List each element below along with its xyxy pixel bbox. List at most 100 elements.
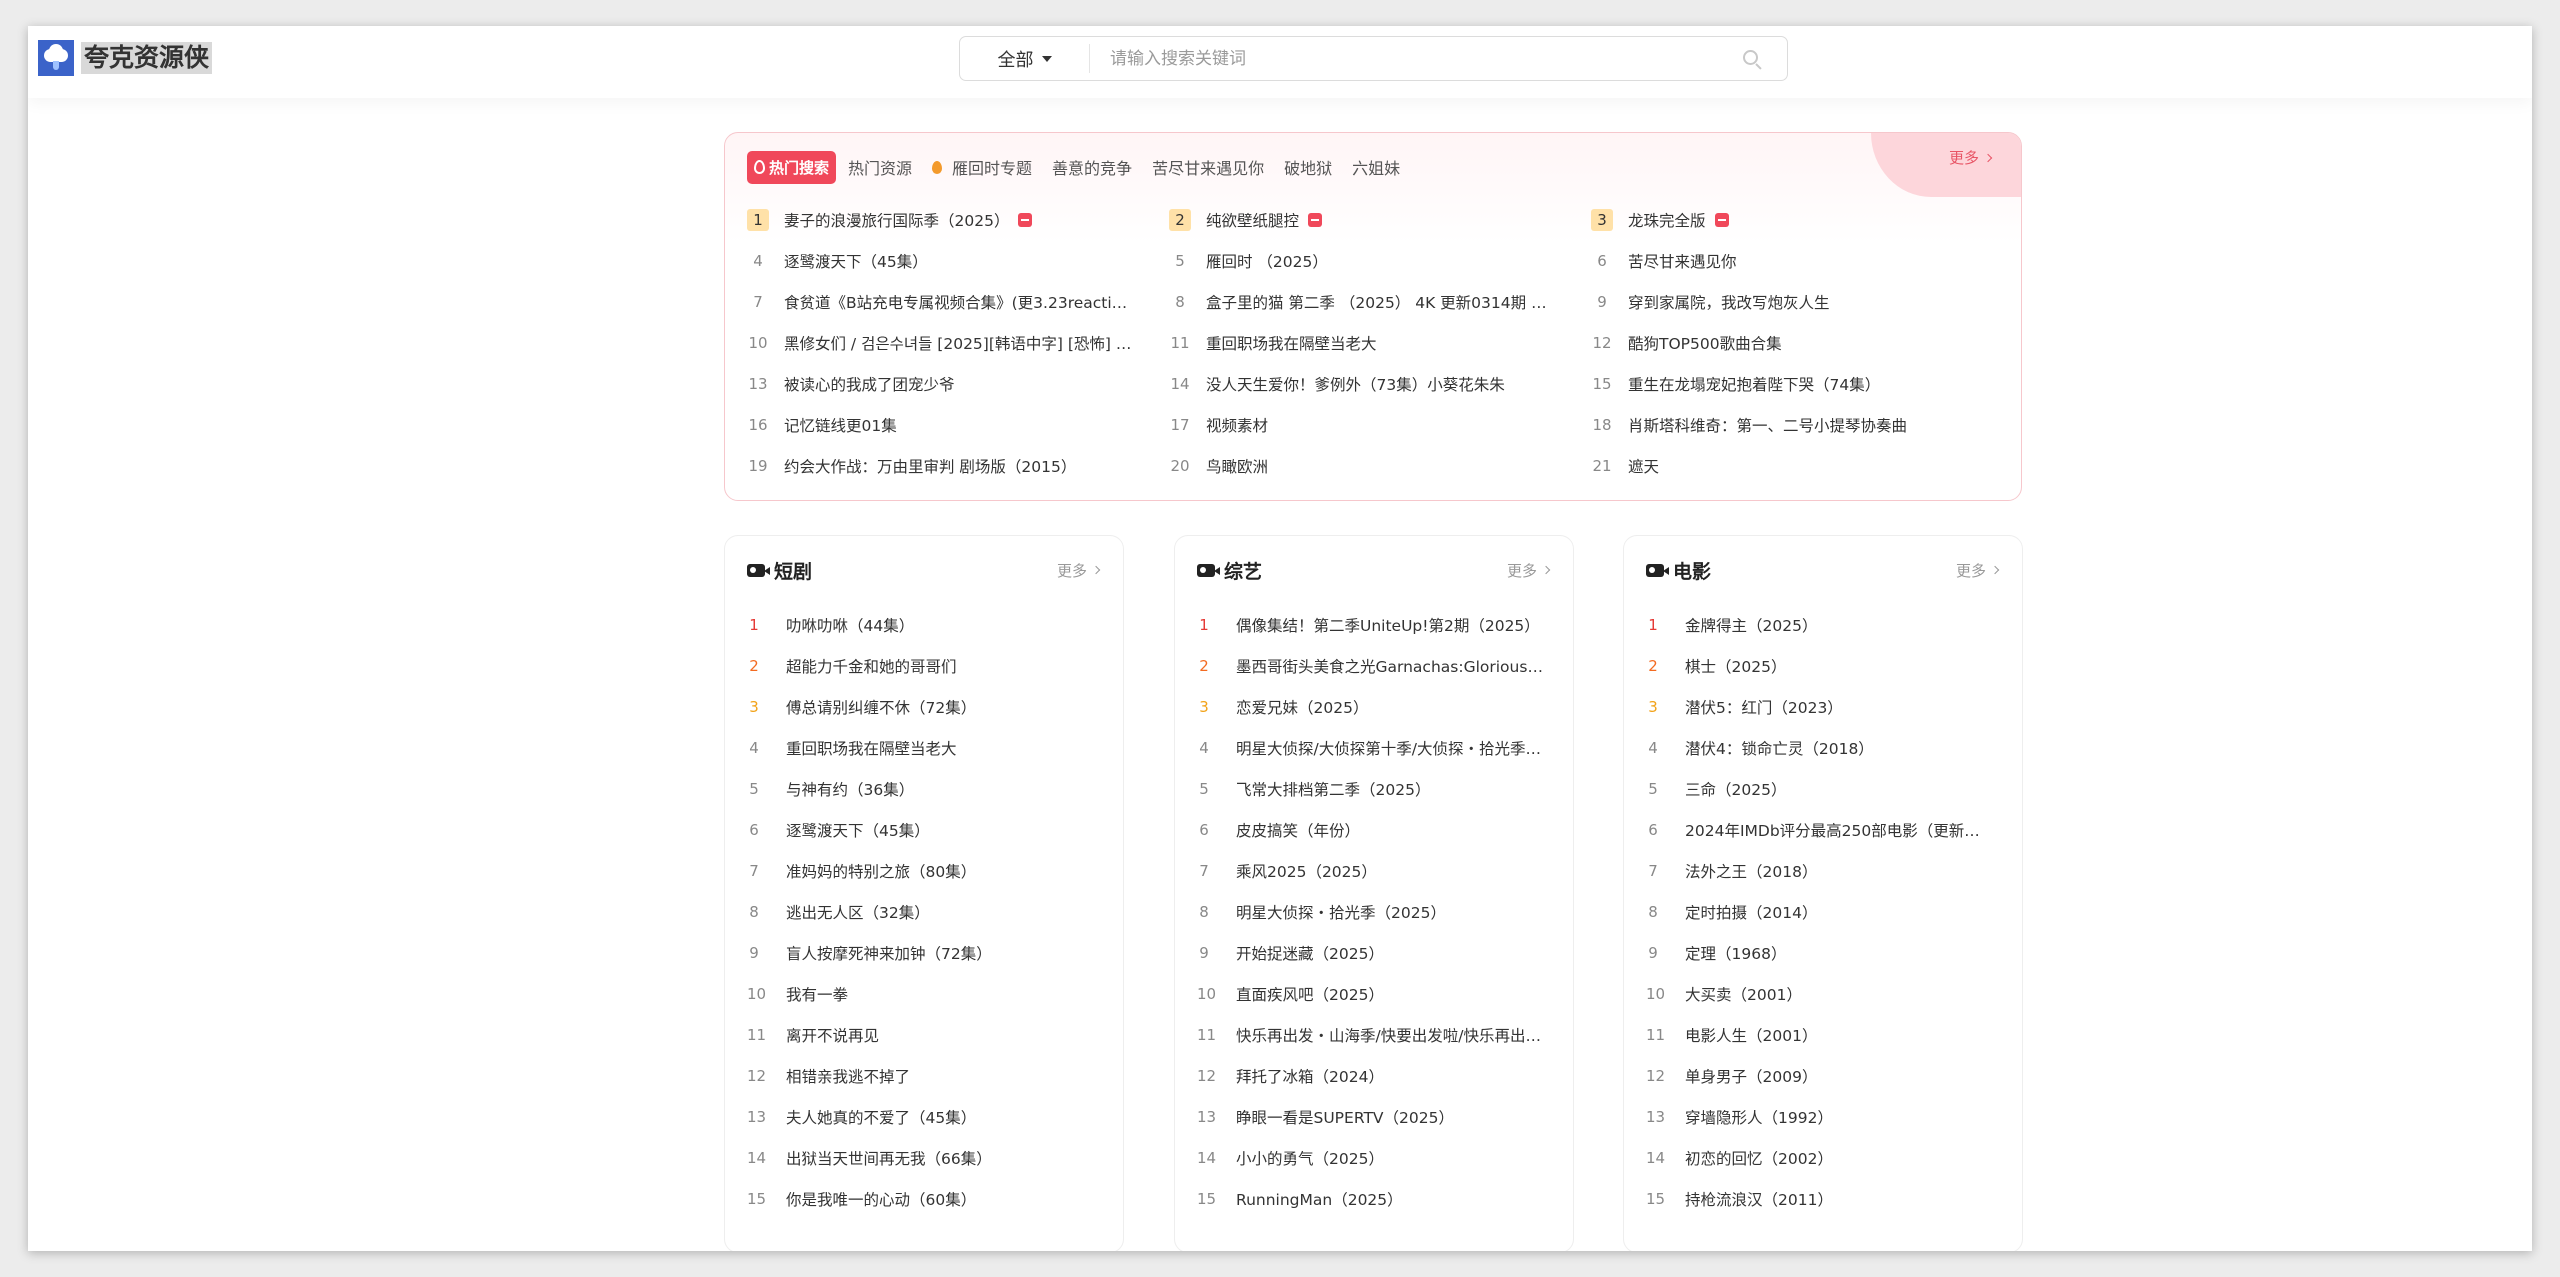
list-item[interactable]: 14 小小的勇气（2025） [1197,1137,1551,1178]
list-item[interactable]: 14 初恋的回忆（2002） [1646,1137,2000,1178]
hot-item-rank: 2 [1169,208,1191,231]
list-item[interactable]: 4 潜伏4：锁命亡灵（2018） [1646,727,2000,768]
list-item[interactable]: 9 开始捉迷藏（2025） [1197,932,1551,973]
hot-item[interactable]: 20 鸟瞰欧洲 [1169,445,1591,486]
list-item[interactable]: 7 法外之王（2018） [1646,850,2000,891]
list-item-title: 夫人她真的不爱了（45集） [786,1108,977,1127]
list-item[interactable]: 7 乘风2025（2025） [1197,850,1551,891]
hot-item[interactable]: 3 龙珠完全版 [1591,199,2009,240]
hot-item[interactable]: 16 记忆链线更01集 [747,404,1169,445]
list-item-title: 墨西哥街头美食之光Garnachas:GloriousSt… [1236,657,1546,676]
list-item[interactable]: 11 离开不说再见 [747,1014,1101,1055]
list-item-rank: 8 [749,902,759,921]
brand[interactable]: 夸克资源侠 [38,40,213,76]
list-item[interactable]: 5 三命（2025） [1646,768,2000,809]
list-item[interactable]: 4 重回职场我在隔壁当老大 [747,727,1101,768]
card-header: 短剧 更多 [725,536,1123,604]
list-item[interactable]: 7 准妈妈的特别之旅（80集） [747,850,1101,891]
list-item-rank: 7 [1648,861,1658,880]
hot-tag-label: 六姐妹 [1352,159,1401,178]
hot-item[interactable]: 5 雁回时 （2025） [1169,240,1591,281]
search-scope-select[interactable]: 全部 [960,44,1090,73]
search-input[interactable] [1090,48,1741,69]
list-item[interactable]: 15 你是我唯一的心动（60集） [747,1178,1101,1219]
hot-tag-label: 苦尽甘来遇见你 [1152,159,1265,178]
hot-item[interactable]: 4 逐鹭渡天下（45集） [747,240,1169,281]
list-item[interactable]: 12 单身男子（2009） [1646,1055,2000,1096]
list-item[interactable]: 10 我有一拳 [747,973,1101,1014]
list-item[interactable]: 8 明星大侦探・拾光季（2025） [1197,891,1551,932]
card-more-link[interactable]: 更多 [1507,560,1551,581]
hot-item[interactable]: 21 遮天 [1591,445,2009,486]
list-item[interactable]: 10 直面疾风吧（2025） [1197,973,1551,1014]
card-more-label: 更多 [1056,561,1087,580]
list-item-rank: 6 [1199,820,1209,839]
list-item-title: 拜托了冰箱（2024） [1236,1067,1384,1086]
list-item[interactable]: 13 睁眼一看是SUPERTV（2025） [1197,1096,1551,1137]
list-item[interactable]: 9 盲人按摩死神来加钟（72集） [747,932,1101,973]
new-badge-icon [1308,212,1323,227]
list-item[interactable]: 2 棋士（2025） [1646,645,2000,686]
list-item[interactable]: 8 定时拍摄（2014） [1646,891,2000,932]
list-item[interactable]: 4 明星大侦探/大侦探第十季/大侦探・拾光季… [1197,727,1551,768]
video-camera-icon [747,563,770,577]
list-item[interactable]: 8 逃出无人区（32集） [747,891,1101,932]
list-item[interactable]: 11 电影人生（2001） [1646,1014,2000,1055]
hot-item[interactable]: 7 食贫道《B站充电专属视频合集》(更3.23reaction… [747,281,1169,322]
hot-tag[interactable]: 苦尽甘来遇见你 [1152,155,1274,179]
list-item[interactable]: 5 与神有约（36集） [747,768,1101,809]
hot-item[interactable]: 11 重回职场我在隔壁当老大 [1169,322,1591,363]
list-item-rank: 10 [1646,984,1666,1003]
hot-item-title: 重生在龙塌宠妃抱着陛下哭（74集） [1628,375,1881,394]
list-item[interactable]: 1 金牌得主（2025） [1646,604,2000,645]
list-item[interactable]: 13 穿墙隐形人（1992） [1646,1096,2000,1137]
hot-tag[interactable]: 善意的竞争 [1052,155,1142,179]
list-item[interactable]: 12 拜托了冰箱（2024） [1197,1055,1551,1096]
list-item[interactable]: 2 超能力千金和她的哥哥们 [747,645,1101,686]
hot-item[interactable]: 19 约会大作战：万由里审判 剧场版（2015） [747,445,1169,486]
list-item[interactable]: 3 潜伏5：红门（2023） [1646,686,2000,727]
list-item[interactable]: 13 夫人她真的不爱了（45集） [747,1096,1101,1137]
card-more-link[interactable]: 更多 [1956,560,2000,581]
hot-item[interactable]: 9 穿到家属院，我改写炮灰人生 [1591,281,2009,322]
list-item[interactable]: 14 出狱当天世间再无我（66集） [747,1137,1101,1178]
list-item[interactable]: 6 2024年IMDb评分最高250部电影（更新至2… [1646,809,2000,850]
list-item-rank: 6 [1648,820,1658,839]
hot-item[interactable]: 12 酷狗TOP500歌曲合集 [1591,322,2009,363]
list-item-title: 偶像集结！第二季UniteUp!第2期（2025） [1236,616,1540,635]
hot-tag[interactable]: 热门资源 [848,155,922,179]
list-item[interactable]: 12 相错亲我逃不掉了 [747,1055,1101,1096]
hot-item[interactable]: 18 肖斯塔科维奇：第一、二号小提琴协奏曲 [1591,404,2009,445]
list-item[interactable]: 3 傅总请别纠缠不休（72集） [747,686,1101,727]
hot-tag[interactable]: 雁回时专题 [932,155,1042,179]
list-item[interactable]: 9 定理（1968） [1646,932,2000,973]
list-item[interactable]: 1 偶像集结！第二季UniteUp!第2期（2025） [1197,604,1551,645]
list-item[interactable]: 15 持枪流浪汉（2011） [1646,1178,2000,1219]
hot-item[interactable]: 14 没人天生爱你！爹例外（73集）小葵花朱朱 [1169,363,1591,404]
hot-tag[interactable]: 破地狱 [1284,155,1342,179]
list-item[interactable]: 5 飞常大排档第二季（2025） [1197,768,1551,809]
list-item-title: 电影人生（2001） [1685,1026,1818,1045]
hot-item[interactable]: 17 视频素材 [1169,404,1591,445]
hot-item[interactable]: 10 黑修女们 / 검은수녀들 [2025][韩语中字] [恐怖] 电影 [747,322,1169,363]
hot-item[interactable]: 13 被读心的我成了团宠少爷 [747,363,1169,404]
hot-item[interactable]: 6 苦尽甘来遇见你 [1591,240,2009,281]
hot-item[interactable]: 8 盒子里的猫 第二季 （2025） 4K 更新0314期 综艺 [1169,281,1591,322]
list-item-title: 明星大侦探・拾光季（2025） [1236,903,1446,922]
hot-item[interactable]: 1 妻子的浪漫旅行国际季（2025） [747,199,1169,240]
list-item[interactable]: 10 大买卖（2001） [1646,973,2000,1014]
list-item[interactable]: 11 快乐再出发・山海季/快要出发啦/快乐再出… [1197,1014,1551,1055]
list-item-rank: 14 [747,1148,767,1167]
hot-more-link[interactable]: 更多 [1949,147,1993,168]
hot-item[interactable]: 15 重生在龙塌宠妃抱着陛下哭（74集） [1591,363,2009,404]
search-icon[interactable] [1741,48,1763,70]
list-item[interactable]: 15 RunningMan（2025） [1197,1178,1551,1219]
card-more-link[interactable]: 更多 [1056,560,1101,581]
hot-item[interactable]: 2 纯欲壁纸腿控 [1169,199,1591,240]
list-item[interactable]: 2 墨西哥街头美食之光Garnachas:GloriousSt… [1197,645,1551,686]
list-item[interactable]: 6 逐鹭渡天下（45集） [747,809,1101,850]
hot-tag[interactable]: 六姐妹 [1352,155,1410,179]
list-item[interactable]: 3 恋爱兄妹（2025） [1197,686,1551,727]
list-item[interactable]: 1 叻咻叻咻（44集） [747,604,1101,645]
list-item[interactable]: 6 皮皮搞笑（年份） [1197,809,1551,850]
